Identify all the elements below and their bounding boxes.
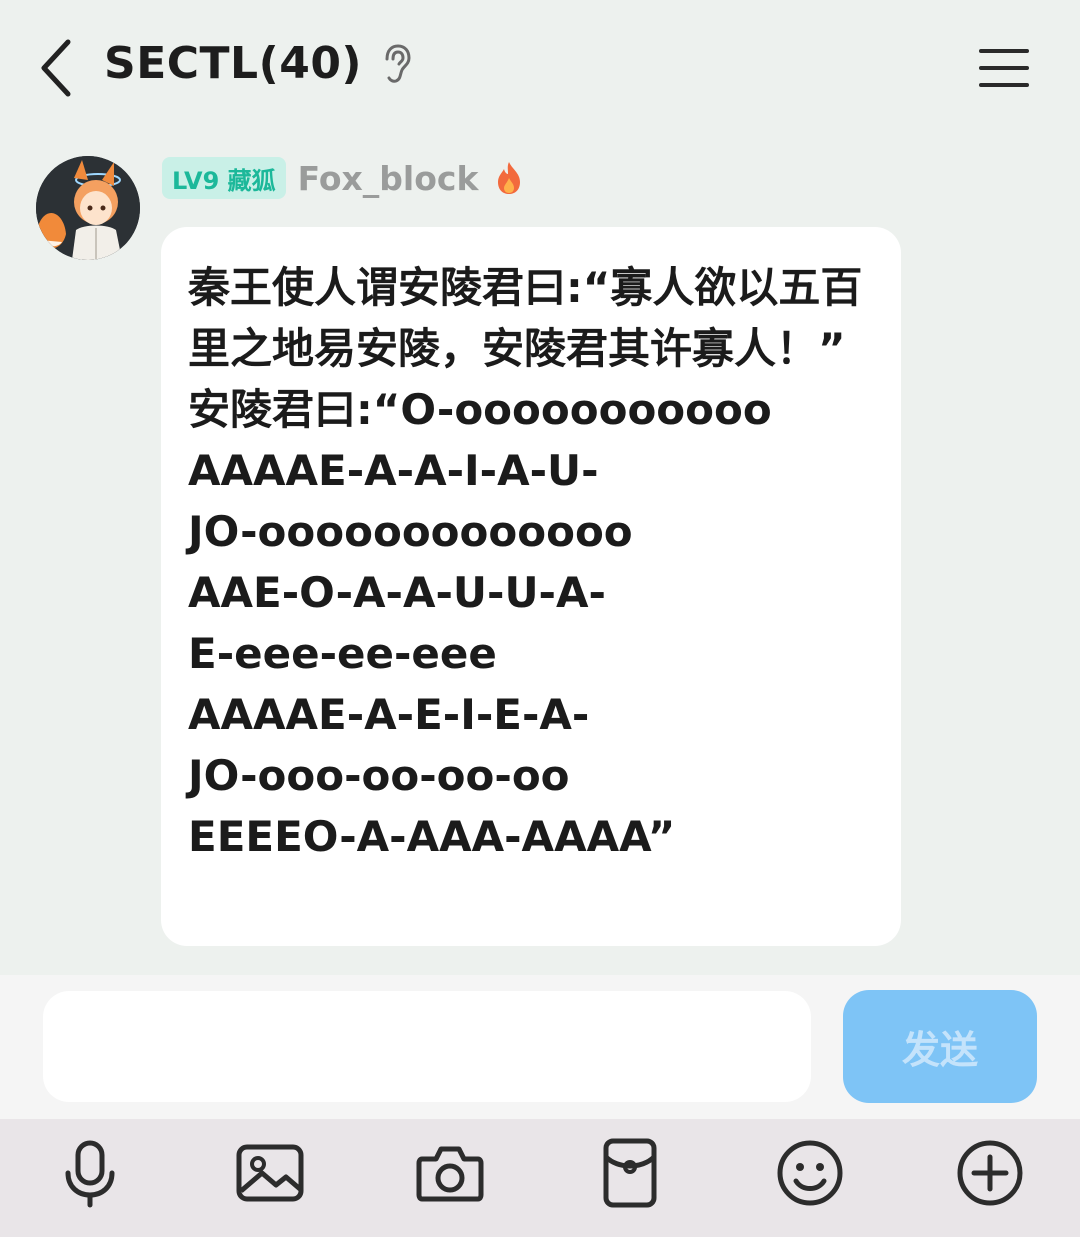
message-text: 秦王使人谓安陵君曰:“寡人欲以五百里之地易安陵，安陵君其许寡人！” 安陵君曰:“… <box>188 263 863 861</box>
camera-button[interactable] <box>410 1133 490 1213</box>
camera-icon <box>416 1146 484 1202</box>
avatar[interactable] <box>36 156 140 260</box>
sender-name[interactable]: Fox_block <box>298 159 479 198</box>
bottom-toolbar <box>0 1119 1080 1237</box>
back-button[interactable] <box>34 36 78 100</box>
input-bar: 发送 <box>0 975 1080 1119</box>
emoji-button[interactable] <box>770 1133 850 1213</box>
emoji-icon <box>777 1140 843 1206</box>
microphone-icon <box>65 1140 115 1208</box>
image-button[interactable] <box>230 1133 310 1213</box>
title-group: SECTL(40) <box>104 38 414 89</box>
sender-info: LV9 藏狐 Fox_block <box>162 156 524 200</box>
flame-icon <box>498 162 521 194</box>
message-bubble[interactable]: 秦王使人谓安陵君曰:“寡人欲以五百里之地易安陵，安陵君其许寡人！” 安陵君曰:“… <box>161 227 901 946</box>
chevron-left-icon <box>41 39 71 97</box>
red-packet-button[interactable] <box>590 1133 670 1213</box>
hamburger-menu-icon <box>979 49 1029 87</box>
plus-icon <box>957 1140 1023 1206</box>
chat-screen: SECTL(40) LV9 藏狐 Fox_block 秦王使人谓安陵君曰:“寡人… <box>0 0 1080 1237</box>
more-button[interactable] <box>950 1133 1030 1213</box>
chat-title: SECTL(40) <box>104 38 363 89</box>
chat-header: SECTL(40) <box>0 0 1080 140</box>
image-icon <box>236 1144 304 1202</box>
send-button[interactable]: 发送 <box>843 990 1037 1103</box>
avatar-image <box>36 156 140 260</box>
message-input[interactable] <box>43 991 811 1102</box>
level-badge: LV9 藏狐 <box>162 157 286 199</box>
ear-icon[interactable] <box>380 43 414 85</box>
menu-button[interactable] <box>978 46 1030 90</box>
red-packet-icon <box>603 1138 657 1208</box>
voice-button[interactable] <box>50 1133 130 1213</box>
